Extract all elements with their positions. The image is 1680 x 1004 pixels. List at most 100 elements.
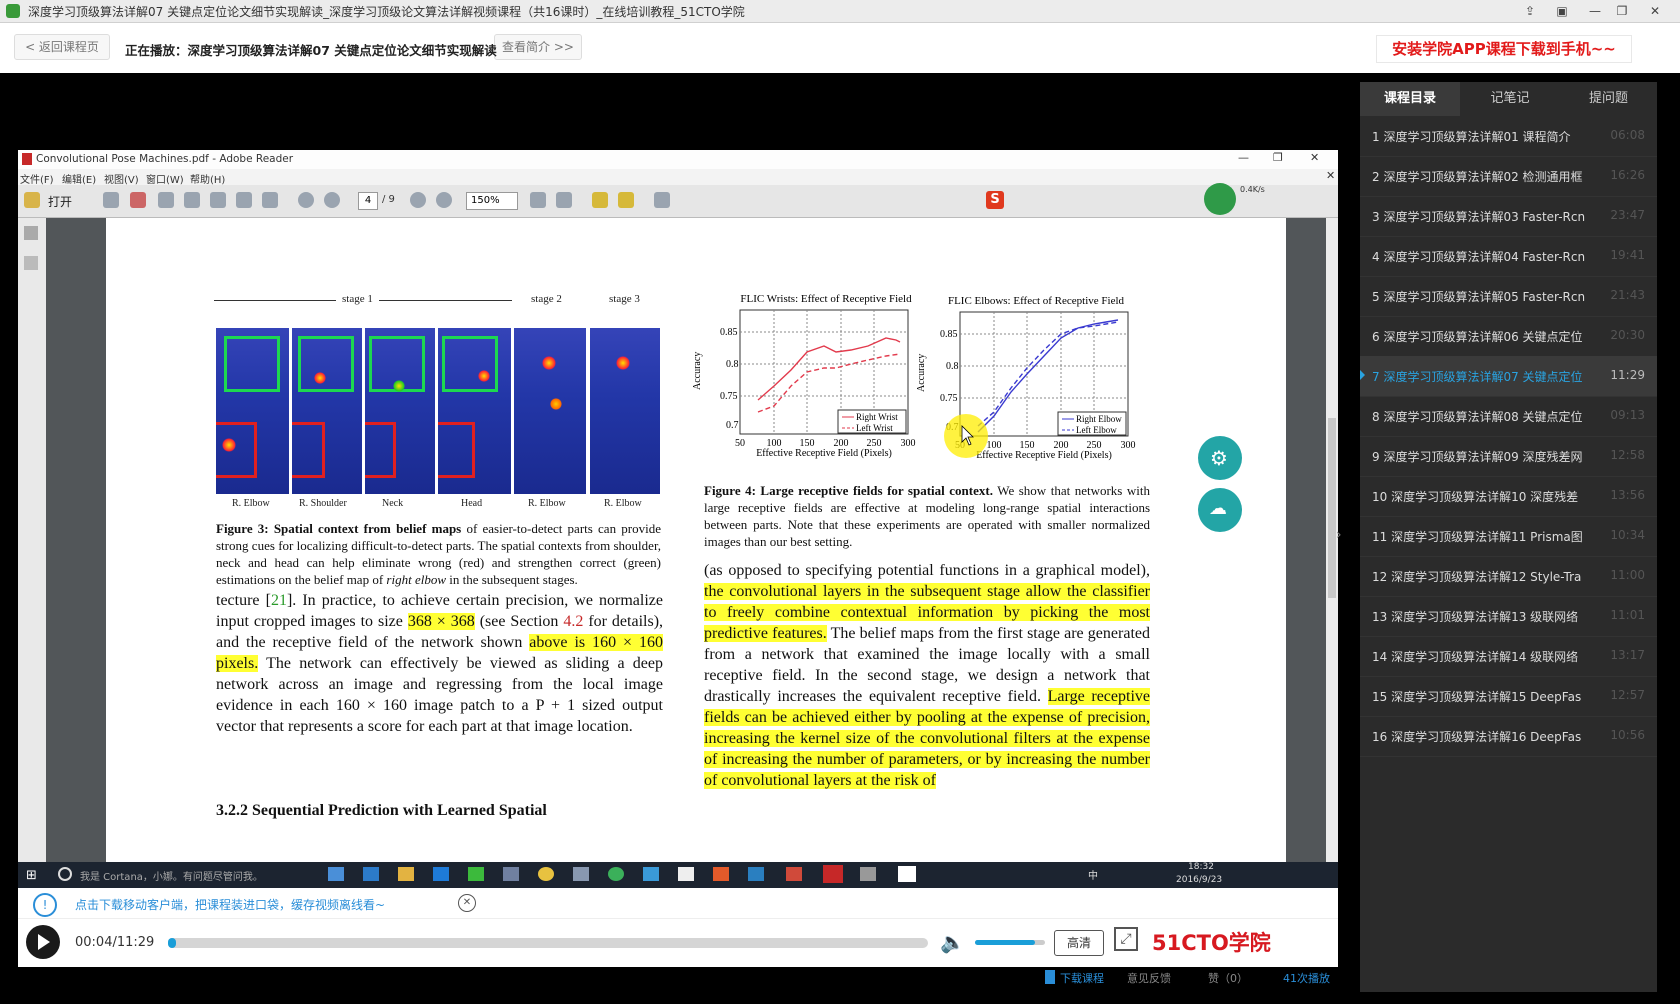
page-up-icon[interactable] xyxy=(298,192,314,208)
fit-page-icon[interactable] xyxy=(556,192,572,208)
lesson-item[interactable]: 7 深度学习顶级算法详解07 关键点定位 11:29 xyxy=(1360,356,1657,397)
zoom-select[interactable]: 150% xyxy=(466,192,518,210)
taskbar-app-1-icon[interactable] xyxy=(328,867,344,881)
combine-icon[interactable] xyxy=(130,192,146,208)
maximize-icon[interactable]: ❐ xyxy=(1612,2,1632,20)
taskbar-app-3-icon[interactable] xyxy=(503,867,519,881)
settings-fab[interactable]: ⚙ xyxy=(1198,436,1242,480)
menu-edit[interactable]: 编辑(E) xyxy=(62,171,96,186)
collapse-sidebar-icon[interactable]: › xyxy=(1336,527,1342,543)
fit-width-icon[interactable] xyxy=(530,192,546,208)
video-frame[interactable]: Convolutional Pose Machines.pdf - Adobe … xyxy=(18,150,1338,862)
adobe-restore-icon[interactable]: ❐ xyxy=(1273,151,1283,164)
taskbar-app-7-icon[interactable] xyxy=(713,867,729,881)
chrome-icon[interactable] xyxy=(538,867,554,881)
app-download-promo[interactable]: 安装学院APP课程下载到手机~~ xyxy=(1376,35,1632,63)
pages-panel-icon[interactable] xyxy=(24,226,38,240)
lesson-item[interactable]: 5 深度学习顶级算法详解05 Faster-Rcn 21:43 xyxy=(1360,276,1657,317)
download-notice-text[interactable]: 点击下载移动客户端，把课程装进口袋，缓存视频离线看~ xyxy=(75,896,385,913)
lesson-item[interactable]: 11 深度学习顶级算法详解11 Prisma图 10:34 xyxy=(1360,516,1657,557)
adobe-close-icon[interactable]: ✕ xyxy=(1310,151,1319,164)
minimize-icon[interactable]: — xyxy=(1585,2,1605,20)
zoom-in-icon[interactable] xyxy=(436,192,452,208)
menu-close-icon[interactable]: ✕ xyxy=(1326,169,1335,182)
lesson-item[interactable]: 6 深度学习顶级算法详解06 关键点定位 20:30 xyxy=(1360,316,1657,357)
pdf-viewport[interactable]: stage 1 stage 2 stage 3 R. Elbow R. Shou… xyxy=(18,218,1338,862)
download-course-link[interactable]: 下载课程 xyxy=(1060,970,1104,986)
menu-window[interactable]: 窗口(W) xyxy=(146,171,184,186)
adobe-minimize-icon[interactable]: — xyxy=(1238,151,1249,164)
lesson-item[interactable]: 16 深度学习顶级算法详解16 DeepFas 10:56 xyxy=(1360,716,1657,757)
cloud-icon[interactable] xyxy=(184,192,200,208)
email-icon[interactable] xyxy=(262,192,278,208)
lesson-item[interactable]: 9 深度学习顶级算法详解09 深度残差网 12:58 xyxy=(1360,436,1657,477)
volume-icon[interactable]: 🔈 xyxy=(940,930,965,954)
back-to-course-button[interactable]: < 返回课程页 xyxy=(14,34,110,60)
tab-course-catalog[interactable]: 课程目录 xyxy=(1360,82,1460,116)
cloud-sync-fab[interactable]: ☁ xyxy=(1198,488,1242,532)
view-intro-button[interactable]: 查看简介 >> xyxy=(494,34,582,60)
taskbar-app-10-icon[interactable] xyxy=(898,866,916,882)
sign-icon[interactable] xyxy=(618,192,634,208)
lesson-item[interactable]: 10 深度学习顶级算法详解10 深度残差 13:56 xyxy=(1360,476,1657,517)
cortana-search-box[interactable]: 我是 Cortana，小娜。有问题尽管问我。 xyxy=(80,868,290,883)
edit-icon[interactable] xyxy=(158,192,174,208)
close-icon[interactable]: ✕ xyxy=(1645,2,1665,20)
taskbar-app-2-icon[interactable] xyxy=(363,867,379,881)
tab-questions[interactable]: 提问题 xyxy=(1560,82,1657,116)
lesson-item[interactable]: 14 深度学习顶级算法详解14 级联网络 13:17 xyxy=(1360,636,1657,677)
taskbar-app-5-icon[interactable] xyxy=(608,867,624,881)
comment-icon[interactable] xyxy=(592,192,608,208)
feedback-link[interactable]: 意见反馈 xyxy=(1127,970,1171,986)
zoom-out-icon[interactable] xyxy=(410,192,426,208)
taskbar-app-8-icon[interactable] xyxy=(748,867,764,881)
fullscreen-button[interactable]: ⤢ xyxy=(1114,927,1138,951)
lesson-item[interactable]: 1 深度学习顶级算法详解01 课程简介 06:08 xyxy=(1360,116,1657,157)
section-link[interactable]: 4.2 xyxy=(563,613,583,630)
cortana-icon[interactable] xyxy=(58,867,72,881)
restore-mini-icon[interactable]: ▣ xyxy=(1552,2,1572,20)
quality-button[interactable]: 高清 xyxy=(1054,930,1104,956)
menu-file[interactable]: 文件(F) xyxy=(20,171,54,186)
open-folder-icon[interactable] xyxy=(24,192,40,208)
attachments-icon[interactable] xyxy=(24,256,38,270)
speed-ball-icon[interactable] xyxy=(1204,183,1236,215)
tab-notes[interactable]: 记笔记 xyxy=(1460,82,1560,116)
scrollbar-thumb[interactable] xyxy=(1328,418,1336,598)
adobe-reader-taskbar-icon[interactable] xyxy=(823,865,843,883)
create-pdf-icon[interactable] xyxy=(103,192,119,208)
ime-indicator[interactable]: 中 xyxy=(1088,867,1098,882)
open-label[interactable]: 打开 xyxy=(48,193,72,210)
taskbar-app-6-icon[interactable] xyxy=(643,867,659,881)
like-button[interactable]: 赞（0） xyxy=(1208,970,1248,986)
fullscreen-icon[interactable] xyxy=(654,192,670,208)
ref-link[interactable]: 21 xyxy=(271,592,287,609)
lesson-item[interactable]: 8 深度学习顶级算法详解08 关键点定位 09:13 xyxy=(1360,396,1657,437)
sogou-ime-icon[interactable]: S xyxy=(986,191,1004,209)
file-explorer-icon[interactable] xyxy=(398,867,414,881)
menu-view[interactable]: 视图(V) xyxy=(104,171,139,186)
page-down-icon[interactable] xyxy=(324,192,340,208)
lesson-item[interactable]: 2 深度学习顶级算法详解02 检测通用框 16:26 xyxy=(1360,156,1657,197)
lesson-item[interactable]: 4 深度学习顶级算法详解04 Faster-Rcn 19:41 xyxy=(1360,236,1657,277)
edge-browser-icon[interactable] xyxy=(433,867,449,881)
lesson-item[interactable]: 13 深度学习顶级算法详解13 级联网络 11:01 xyxy=(1360,596,1657,637)
store-icon[interactable] xyxy=(678,867,694,881)
volume-slider[interactable] xyxy=(975,940,1045,945)
save-icon[interactable] xyxy=(210,192,226,208)
lesson-item[interactable]: 12 深度学习顶级算法详解12 Style-Tra 11:00 xyxy=(1360,556,1657,597)
page-number-input[interactable]: 4 xyxy=(358,192,378,210)
menu-help[interactable]: 帮助(H) xyxy=(190,171,225,186)
taskbar-app-4-icon[interactable] xyxy=(573,867,589,881)
lesson-item[interactable]: 15 深度学习顶级算法详解15 DeepFas 12:57 xyxy=(1360,676,1657,717)
pin-icon[interactable]: ⇪ xyxy=(1520,2,1540,20)
powerpoint-icon[interactable] xyxy=(786,867,802,881)
print-icon[interactable] xyxy=(236,192,252,208)
lesson-item[interactable]: 3 深度学习顶级算法详解03 Faster-Rcn 23:47 xyxy=(1360,196,1657,237)
close-notice-icon[interactable]: ✕ xyxy=(458,894,476,912)
wechat-icon[interactable] xyxy=(468,867,484,881)
taskbar-app-9-icon[interactable] xyxy=(860,867,876,881)
play-button[interactable] xyxy=(26,925,60,959)
progress-track[interactable] xyxy=(168,938,928,948)
windows-start-icon[interactable]: ⊞ xyxy=(26,868,37,883)
